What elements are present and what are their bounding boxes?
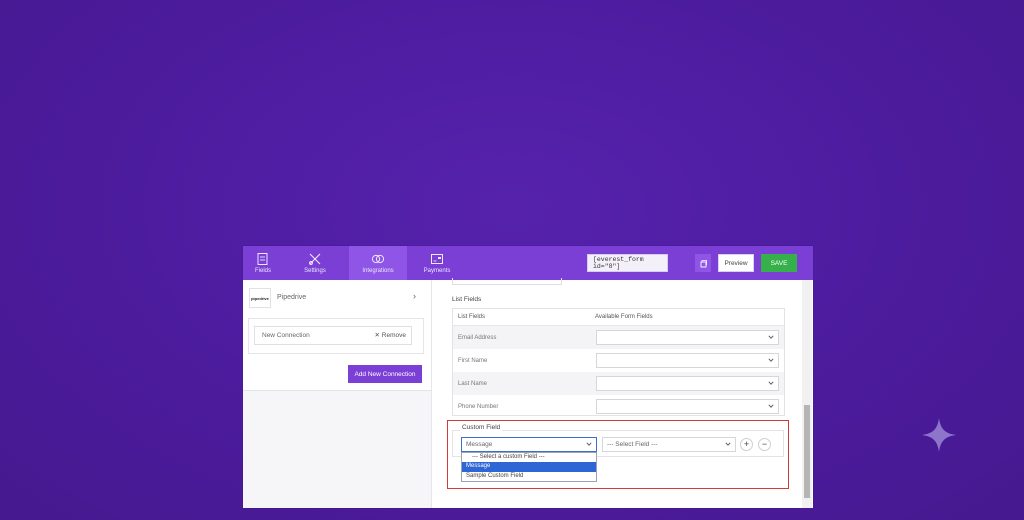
close-icon: ✕ (374, 332, 380, 339)
add-new-connection-button[interactable]: Add New Connection (348, 365, 422, 383)
cut-off-input[interactable] (452, 278, 562, 285)
tab-settings-label: Settings (304, 268, 326, 274)
form-field-select[interactable] (596, 330, 779, 345)
custom-field-dropdown: --- Select a custom Field --- Message Sa… (461, 452, 597, 482)
dropdown-option[interactable]: Sample Custom Field (462, 472, 596, 481)
top-toolbar: Fields Settings Integrations Payments [e… (243, 246, 813, 280)
save-button[interactable]: SAVE (761, 254, 797, 272)
chevron-down-icon (768, 335, 774, 339)
form-field-select[interactable] (596, 376, 779, 391)
custom-field-selected-value: Message (466, 441, 493, 448)
table-header: List Fields Available Form Fields (453, 309, 784, 326)
settings-icon (309, 253, 321, 265)
chevron-down-icon (768, 404, 774, 408)
tab-fields[interactable]: Fields (245, 246, 281, 280)
integrations-icon (371, 254, 385, 264)
pipedrive-logo: pipedrive (249, 288, 271, 308)
chevron-down-icon (768, 358, 774, 362)
tab-fields-label: Fields (254, 268, 271, 274)
minus-icon: − (761, 439, 768, 449)
shortcode-field[interactable]: [everest_form id="8"] (587, 254, 668, 272)
chevron-down-icon (725, 442, 731, 446)
payments-icon (431, 254, 443, 264)
chevron-down-icon (586, 442, 592, 446)
chevron-down-icon (768, 381, 774, 385)
form-field-select[interactable] (596, 353, 779, 368)
integration-settings-panel: List Fields List Fields Available Form F… (432, 278, 813, 508)
dropdown-option[interactable]: --- Select a custom Field --- (462, 453, 596, 462)
remove-custom-field-button[interactable]: − (758, 438, 771, 451)
select-field-placeholder: --- Select Field --- (607, 441, 658, 448)
integrations-sidebar: pipedrive Pipedrive › New Connection ✕ R… (243, 280, 432, 508)
table-row: First Name (453, 349, 784, 372)
column-header-list-fields: List Fields (458, 314, 486, 320)
dropdown-option-selected[interactable]: Message (462, 462, 596, 472)
preview-button[interactable]: Preview (718, 254, 754, 272)
table-row: Last Name (453, 372, 784, 395)
list-fields-heading: List Fields (452, 296, 482, 303)
row-label: Last Name (458, 380, 488, 387)
form-builder-window: Fields Settings Integrations Payments [e… (243, 246, 813, 508)
fields-icon (257, 253, 268, 265)
add-custom-field-button[interactable]: + (740, 438, 753, 451)
table-row: Email Address (453, 326, 784, 349)
connection-item[interactable]: New Connection ✕ Remove (254, 326, 412, 345)
form-field-select[interactable] (596, 399, 779, 414)
table-row: Phone Number (453, 395, 784, 418)
connection-name: New Connection (262, 332, 310, 339)
form-field-select[interactable]: --- Select Field --- (602, 437, 736, 452)
tab-payments[interactable]: Payments (415, 246, 459, 280)
copy-icon (700, 259, 707, 267)
custom-field-heading: Custom Field (460, 424, 503, 431)
row-label: Phone Number (458, 403, 499, 410)
row-label: First Name (458, 357, 488, 364)
column-header-available-fields: Available Form Fields (595, 314, 653, 320)
remove-label: Remove (381, 332, 406, 339)
row-label: Email Address (458, 334, 497, 341)
field-mapping-table: List Fields Available Form Fields Email … (452, 308, 785, 416)
scrollbar-thumb[interactable] (804, 405, 810, 498)
copy-shortcode-button[interactable] (695, 254, 711, 272)
custom-field-select[interactable]: Message (461, 437, 597, 452)
tab-integrations-label: Integrations (362, 268, 394, 274)
plus-icon: + (743, 439, 750, 449)
tab-settings[interactable]: Settings (293, 246, 337, 280)
sparkle-icon (922, 418, 956, 452)
remove-connection-button[interactable]: ✕ Remove (375, 331, 406, 339)
chevron-right-icon[interactable]: › (413, 291, 416, 301)
tab-payments-label: Payments (423, 268, 451, 274)
pipedrive-card: pipedrive Pipedrive › New Connection ✕ R… (243, 280, 431, 391)
tab-integrations[interactable]: Integrations (349, 246, 407, 280)
integration-name[interactable]: Pipedrive (277, 294, 306, 301)
